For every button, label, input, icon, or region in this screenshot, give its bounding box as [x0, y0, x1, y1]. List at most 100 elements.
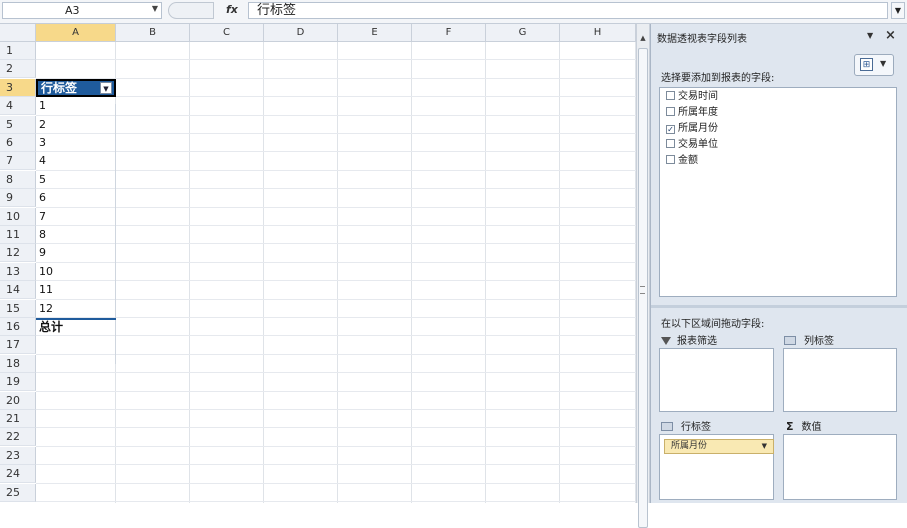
pivot-row-item[interactable]: 9	[36, 244, 116, 262]
gridline	[36, 59, 636, 61]
field-label: 交易时间	[678, 91, 718, 102]
gridline	[36, 225, 636, 226]
vertical-scrollbar[interactable]: ▲	[636, 24, 650, 528]
field-label: 金额	[678, 155, 698, 166]
row-labels-label: 行标签	[661, 418, 711, 433]
row-header-14[interactable]: 14	[0, 281, 36, 300]
column-labels-area[interactable]	[783, 348, 897, 412]
row-header-6[interactable]: 6	[0, 134, 36, 152]
pivot-row-item[interactable]: 4	[36, 152, 116, 170]
field-label: 所属月份	[678, 123, 718, 134]
column-header-f[interactable]: F	[412, 24, 486, 42]
row-header-5[interactable]: 5	[0, 115, 36, 134]
pivot-row-item[interactable]: 1	[36, 97, 116, 115]
pivot-row-item[interactable]: 3	[36, 134, 116, 152]
row-field-chip[interactable]: 所属月份 ▼	[664, 439, 774, 454]
pivot-row-item[interactable]: 11	[36, 281, 116, 299]
pane-splitter[interactable]	[651, 305, 907, 308]
gridline	[36, 464, 636, 466]
formula-bar-resize-handle[interactable]	[168, 2, 214, 19]
field-label: 交易单位	[678, 139, 718, 150]
gridline	[36, 501, 636, 502]
field-label: 所属年度	[678, 107, 718, 118]
row-header-25[interactable]: 25	[0, 483, 36, 502]
field-item[interactable]: ✓ 所属月份	[666, 122, 718, 138]
row-header-20[interactable]: 20	[0, 391, 36, 410]
pivot-grand-total[interactable]: 总计	[36, 318, 116, 336]
pivot-row-item[interactable]: 12	[36, 300, 116, 318]
row-labels-area[interactable]: 所属月份 ▼	[659, 434, 774, 500]
gridline	[36, 96, 636, 98]
column-header-d[interactable]: D	[264, 24, 338, 42]
gridline	[36, 390, 636, 392]
row-header-21[interactable]: 21	[0, 410, 36, 428]
field-item[interactable]: 所属年度	[666, 106, 718, 122]
row-header-9[interactable]: 9	[0, 189, 36, 208]
chevron-down-icon[interactable]: ▼	[762, 440, 767, 453]
name-box[interactable]: A3 ▼	[2, 2, 162, 19]
pivot-row-item[interactable]: 7	[36, 208, 116, 226]
row-header-23[interactable]: 23	[0, 446, 36, 465]
row-header-16[interactable]: 16	[0, 318, 36, 336]
insert-function-icon[interactable]: fx	[226, 3, 238, 16]
field-item[interactable]: 金额	[666, 154, 698, 170]
report-filter-area[interactable]	[659, 348, 774, 412]
row-header-10[interactable]: 10	[0, 207, 36, 226]
pivot-row-item[interactable]: 5	[36, 171, 116, 189]
field-checkbox[interactable]	[666, 155, 675, 164]
column-header-b[interactable]: B	[116, 24, 190, 42]
pivot-row-item[interactable]: 6	[36, 189, 116, 207]
field-layout-button[interactable]: ⊞ ▼	[854, 54, 894, 76]
worksheet-grid[interactable]: ABCDEFGH 1 2 3 4 5 6 7 8 9 10 11 12 13 14 15 16 17 18 19 20…	[0, 24, 636, 503]
values-area[interactable]	[783, 434, 897, 500]
gridline	[36, 353, 636, 355]
close-icon[interactable]: ×	[885, 28, 896, 43]
pane-options-icon[interactable]: ▼	[867, 31, 873, 40]
filter-dropdown-icon[interactable]: ▼	[100, 81, 112, 94]
field-checkbox[interactable]	[666, 91, 675, 100]
column-header-c[interactable]: C	[190, 24, 264, 42]
field-checkbox[interactable]: ✓	[666, 125, 675, 134]
values-label: Σ 数值	[786, 420, 822, 433]
pivot-row-item[interactable]: 8	[36, 226, 116, 244]
row-header-13[interactable]: 13	[0, 262, 36, 281]
column-header-g[interactable]: G	[486, 24, 560, 42]
field-item[interactable]: 交易时间	[666, 90, 718, 106]
row-header-12[interactable]: 12	[0, 244, 36, 263]
field-checkbox[interactable]	[666, 139, 675, 148]
gridline	[263, 42, 264, 503]
field-checkbox[interactable]	[666, 107, 675, 116]
gridline	[189, 42, 190, 503]
row-header-2[interactable]: 2	[0, 60, 36, 79]
row-header-8[interactable]: 8	[0, 170, 36, 189]
row-header-19[interactable]: 19	[0, 373, 36, 392]
gridline	[36, 280, 636, 282]
expand-formula-bar-icon[interactable]: ▼	[891, 2, 905, 19]
row-header-15[interactable]: 15	[0, 299, 36, 318]
row-header-1[interactable]: 1	[0, 42, 36, 60]
select-all-corner[interactable]	[0, 24, 36, 42]
row-header-7[interactable]: 7	[0, 152, 36, 171]
row-header-18[interactable]: 18	[0, 354, 36, 373]
field-item[interactable]: 交易单位	[666, 138, 718, 154]
gridline	[36, 206, 636, 208]
gridline	[36, 317, 636, 318]
row-header-17[interactable]: 17	[0, 336, 36, 355]
name-box-dropdown-icon[interactable]: ▼	[152, 4, 158, 13]
row-header-22[interactable]: 22	[0, 428, 36, 447]
pivot-row-item[interactable]: 10	[36, 263, 116, 281]
pivot-row-labels-header[interactable]: 行标签 ▼	[36, 78, 116, 97]
scroll-up-icon[interactable]: ▲	[637, 34, 649, 46]
row-header-24[interactable]: 24	[0, 465, 36, 484]
row-header-4[interactable]: 4	[0, 97, 36, 116]
column-header-e[interactable]: E	[338, 24, 412, 42]
pivot-header-label: 行标签	[41, 80, 78, 95]
formula-input[interactable]: 行标签	[248, 2, 888, 19]
column-header-a[interactable]: A	[36, 24, 116, 42]
gridline	[36, 114, 636, 116]
pivot-row-item[interactable]: 2	[36, 116, 116, 134]
gridline	[485, 42, 486, 503]
column-header-h[interactable]: H	[560, 24, 636, 42]
row-header-3[interactable]: 3	[0, 78, 36, 97]
row-header-11[interactable]: 11	[0, 226, 36, 244]
